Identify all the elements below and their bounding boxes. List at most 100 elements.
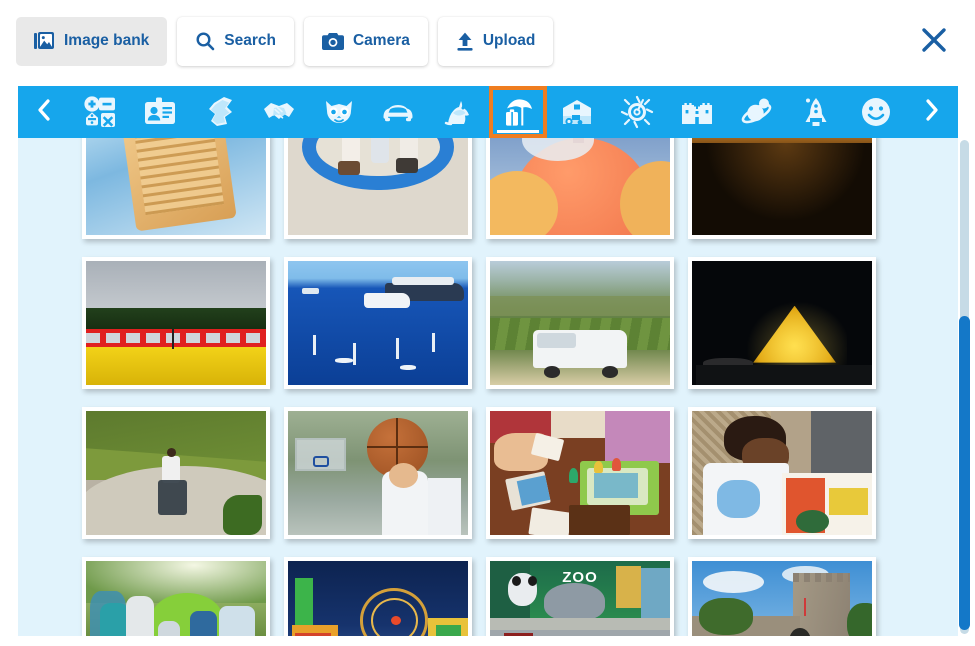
source-toolbar: Image bank Search Camera Upload [0, 0, 975, 82]
img-basketball [288, 411, 468, 535]
upload-label: Upload [482, 32, 536, 49]
gallery-thumbnail[interactable] [688, 138, 876, 239]
grid-cell [80, 398, 272, 548]
camera-icon [321, 32, 344, 51]
category-item-animals[interactable] [310, 86, 368, 138]
img-train [86, 261, 266, 385]
gallery-thumbnail[interactable] [284, 407, 472, 539]
dartboard-icon [620, 95, 654, 129]
img-bike [86, 411, 266, 535]
chevron-right-icon [925, 98, 939, 126]
category-item-target[interactable] [608, 86, 666, 138]
map-sheets-icon [202, 95, 236, 129]
grid-cell: ZOO [484, 548, 676, 636]
grid-cell [686, 398, 878, 548]
category-strip [18, 86, 958, 138]
category-item-space[interactable] [728, 86, 786, 138]
scrollbar-thumb[interactable] [959, 316, 970, 630]
gallery-thumbnail[interactable] [688, 257, 876, 389]
grid-cell [484, 398, 676, 548]
id-card-icon [143, 95, 177, 129]
image-grid: ZOO [18, 138, 940, 636]
gallery-thumbnail[interactable] [284, 557, 472, 636]
img-zoo: ZOO [490, 561, 670, 636]
gallery-thumbnail[interactable] [688, 557, 876, 636]
category-item-vehicles[interactable] [369, 86, 427, 138]
gallery-thumbnail[interactable]: ZOO [486, 557, 674, 636]
camera-label: Camera [352, 32, 410, 49]
gallery-thumbnail[interactable] [688, 407, 876, 539]
grid-cell [80, 138, 272, 248]
close-button[interactable] [915, 22, 953, 60]
grid-cell [282, 138, 474, 248]
img-reading [692, 411, 872, 535]
gallery-thumbnail[interactable] [284, 257, 472, 389]
search-label: Search [224, 32, 276, 49]
grid-cell [686, 548, 878, 636]
dog-icon [441, 95, 475, 129]
img-boardgame [490, 411, 670, 535]
category-item-math[interactable] [71, 86, 129, 138]
grid-cell [686, 248, 878, 398]
search-icon [195, 31, 215, 51]
chevron-left-icon [37, 98, 51, 126]
grid-cell [282, 248, 474, 398]
gallery-thumbnail[interactable] [486, 138, 674, 239]
img-poolring [288, 138, 468, 235]
img-tent-night [692, 261, 872, 385]
grid-cell [686, 138, 878, 248]
category-prev-button[interactable] [18, 86, 70, 138]
img-sunset [692, 138, 872, 235]
category-next-button[interactable] [906, 86, 958, 138]
category-list [70, 86, 906, 138]
upload-button[interactable]: Upload [437, 16, 554, 66]
gallery-thumbnail[interactable] [284, 138, 472, 239]
gallery-thumbnail[interactable] [82, 407, 270, 539]
grid-cell [484, 248, 676, 398]
planet-icon [740, 95, 774, 129]
car-icon [381, 95, 415, 129]
barn-tractor-icon [560, 95, 594, 129]
category-item-vacation[interactable] [488, 86, 547, 138]
img-funfair [288, 561, 468, 636]
category-item-emotions[interactable] [847, 86, 905, 138]
handshake-icon [262, 95, 296, 129]
grid-cell [484, 138, 676, 248]
grid-cell [80, 548, 272, 636]
grid-cell [282, 398, 474, 548]
cat-face-icon [322, 95, 356, 129]
grid-cell [80, 248, 272, 398]
gallery-thumbnail[interactable] [486, 407, 674, 539]
category-item-castle[interactable] [668, 86, 726, 138]
image-picker-dialog: Image bank Search Camera Upload ZOO [0, 0, 975, 646]
category-item-farm[interactable] [548, 86, 606, 138]
gallery-thumbnail[interactable] [82, 557, 270, 636]
search-button[interactable]: Search [177, 16, 294, 66]
grid-cell [282, 548, 474, 636]
img-camper [490, 261, 670, 385]
gallery-thumbnail[interactable] [486, 257, 674, 389]
image-gallery: ZOO [18, 138, 958, 636]
img-waffle [86, 138, 266, 235]
upload-icon [456, 32, 474, 51]
category-item-social[interactable] [250, 86, 308, 138]
images-icon [34, 31, 55, 51]
category-item-identity[interactable] [131, 86, 189, 138]
img-cruiseship [288, 261, 468, 385]
img-castle [692, 561, 872, 636]
gallery-thumbnail[interactable] [82, 257, 270, 389]
gallery-thumbnail[interactable] [82, 138, 270, 239]
math-symbols-icon [83, 95, 117, 129]
image-bank-label: Image bank [64, 32, 150, 49]
image-bank-button[interactable]: Image bank [16, 16, 168, 66]
camera-button[interactable]: Camera [303, 16, 428, 66]
beach-umbrella-suitcase-icon [501, 95, 535, 129]
img-campfire [86, 561, 266, 636]
category-item-rocket[interactable] [787, 86, 845, 138]
category-item-geography[interactable] [190, 86, 248, 138]
category-item-pets[interactable] [429, 86, 487, 138]
smiley-face-icon [859, 95, 893, 129]
close-icon [921, 27, 947, 56]
rocket-icon [799, 95, 833, 129]
img-hotairballoon [490, 138, 670, 235]
